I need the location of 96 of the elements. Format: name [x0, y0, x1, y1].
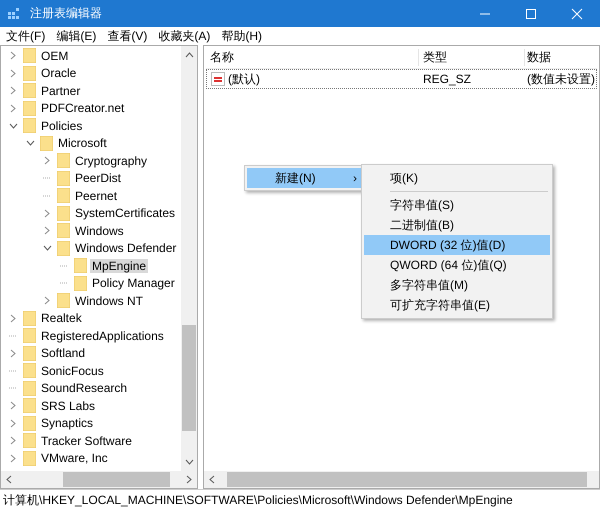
tree-item[interactable]: Windows — [73, 224, 126, 238]
scroll-thumb[interactable] — [182, 325, 196, 432]
folder-icon — [74, 276, 87, 291]
folder-icon — [23, 83, 36, 98]
tree-item[interactable]: SonicFocus — [39, 364, 106, 378]
scroll-right-icon[interactable] — [186, 475, 192, 484]
folder-icon — [57, 188, 70, 204]
scroll-left-icon[interactable] — [6, 475, 12, 484]
tree-item[interactable]: Synaptics — [39, 416, 96, 430]
tree-line-icon — [60, 282, 68, 284]
folder-icon — [57, 153, 70, 168]
menu-item[interactable]: QWORD (64 位)值(Q) — [364, 255, 550, 275]
menu-item[interactable]: 帮助(H) — [217, 28, 266, 44]
folder-icon — [23, 100, 36, 116]
folder-icon — [23, 433, 36, 448]
horizontal-scrollbar[interactable] — [204, 471, 599, 488]
menu-item[interactable]: 收藏夹(A) — [154, 28, 214, 44]
folder-icon — [57, 206, 70, 221]
folder-icon — [23, 48, 36, 64]
value-row[interactable]: (默认) REG_SZ (数值未设置) — [206, 69, 597, 89]
tree-line-icon — [43, 177, 51, 180]
menu-item[interactable]: 编辑(E) — [52, 28, 100, 44]
folder-icon — [23, 346, 36, 361]
registry-icon — [8, 6, 22, 20]
tree-item[interactable]: PeerDist — [73, 171, 124, 186]
tree-item[interactable]: Windows Defender — [73, 241, 178, 256]
folder-icon — [40, 136, 53, 151]
tree-item[interactable]: Cryptography — [73, 154, 150, 168]
tree-item[interactable]: MpEngine — [90, 258, 148, 273]
menu-item[interactable]: 项(K) — [364, 168, 550, 188]
scroll-up-icon[interactable] — [184, 52, 194, 58]
menu-item[interactable]: 字符串值(S) — [364, 195, 550, 215]
tree-item[interactable]: Policies — [39, 118, 84, 133]
table-cell-text: (数值未设置) — [526, 70, 596, 88]
scroll-thumb[interactable] — [227, 472, 586, 487]
expand-icon[interactable] — [10, 348, 16, 358]
menu-item[interactable]: DWORD (32 位)值(D) — [364, 235, 550, 255]
window-title: 注册表编辑器 — [30, 5, 102, 22]
tree-line-icon — [9, 370, 17, 372]
folder-icon — [57, 240, 70, 256]
tree-item[interactable]: SystemCertificates — [73, 206, 178, 220]
tree-item[interactable]: Tracker Software — [39, 434, 134, 448]
scroll-down-icon[interactable] — [184, 459, 194, 465]
folder-icon — [23, 380, 36, 396]
folder-icon — [23, 398, 36, 414]
folder-icon — [57, 223, 70, 238]
tree-item[interactable]: Softland — [39, 346, 88, 360]
folder-icon — [23, 450, 36, 466]
tree-item[interactable]: SRS Labs — [39, 398, 98, 413]
scroll-left-icon[interactable] — [209, 475, 215, 484]
status-bar: 计算机\HKEY_LOCAL_MACHINE\SOFTWARE\Policies\Microsoft\Windows Defender\MpEngine — [0, 489, 600, 511]
string-value-icon — [211, 72, 225, 86]
tree-item[interactable]: Realtek — [39, 311, 84, 326]
tree-item[interactable]: OEM — [39, 48, 70, 63]
folder-icon — [23, 66, 36, 81]
collapse-icon[interactable] — [42, 245, 52, 252]
scroll-thumb[interactable] — [62, 472, 170, 487]
tree-item[interactable]: Microsoft — [56, 136, 109, 150]
folder-icon — [23, 416, 36, 431]
folder-icon — [23, 310, 36, 326]
column-header[interactable]: 名称 — [206, 48, 418, 66]
tree-item[interactable]: SoundResearch — [39, 381, 130, 396]
tree-line-icon — [60, 264, 68, 267]
menu-item[interactable]: 文件(F) — [2, 28, 50, 44]
tree-line-icon — [43, 194, 51, 197]
tree-line-icon — [9, 387, 17, 390]
folder-icon — [23, 328, 36, 344]
folder-icon — [57, 170, 70, 186]
folder-icon — [57, 293, 70, 308]
tree-line-icon — [9, 334, 17, 337]
table-cell-text: REG_SZ — [422, 72, 472, 86]
tree-item[interactable]: Oracle — [39, 66, 78, 80]
vertical-scrollbar[interactable] — [181, 46, 197, 471]
tree-item[interactable]: VMware, Inc — [39, 451, 110, 466]
tree-item[interactable]: RegisteredApplications — [39, 328, 166, 343]
expand-icon[interactable] — [44, 296, 50, 306]
tree-item[interactable]: Policy Manager — [90, 276, 177, 290]
menu-item[interactable]: 二进制值(B) — [364, 215, 550, 235]
folder-icon — [23, 363, 36, 378]
tree-item[interactable]: Partner — [39, 84, 82, 98]
expand-icon[interactable] — [10, 314, 16, 323]
collapse-icon[interactable] — [26, 140, 34, 146]
folder-icon — [23, 118, 36, 134]
horizontal-scrollbar[interactable] — [1, 471, 197, 488]
tree-item[interactable]: Windows NT — [73, 294, 146, 308]
expand-icon[interactable] — [44, 156, 50, 166]
tree-item[interactable]: Peernet — [73, 188, 120, 203]
folder-icon — [74, 258, 87, 274]
menu-item[interactable]: 查看(V) — [103, 28, 152, 44]
collapse-icon[interactable] — [8, 122, 18, 129]
menu-item[interactable]: 多字符串值(M) — [364, 275, 550, 295]
tree-item[interactable]: PDFCreator.net — [39, 101, 126, 116]
column-header[interactable]: 数据 — [524, 48, 597, 66]
menu-item[interactable]: 可扩充字符串值(E) — [364, 295, 550, 315]
table-cell: (默认) — [228, 70, 260, 88]
column-header[interactable]: 类型 — [418, 48, 524, 66]
